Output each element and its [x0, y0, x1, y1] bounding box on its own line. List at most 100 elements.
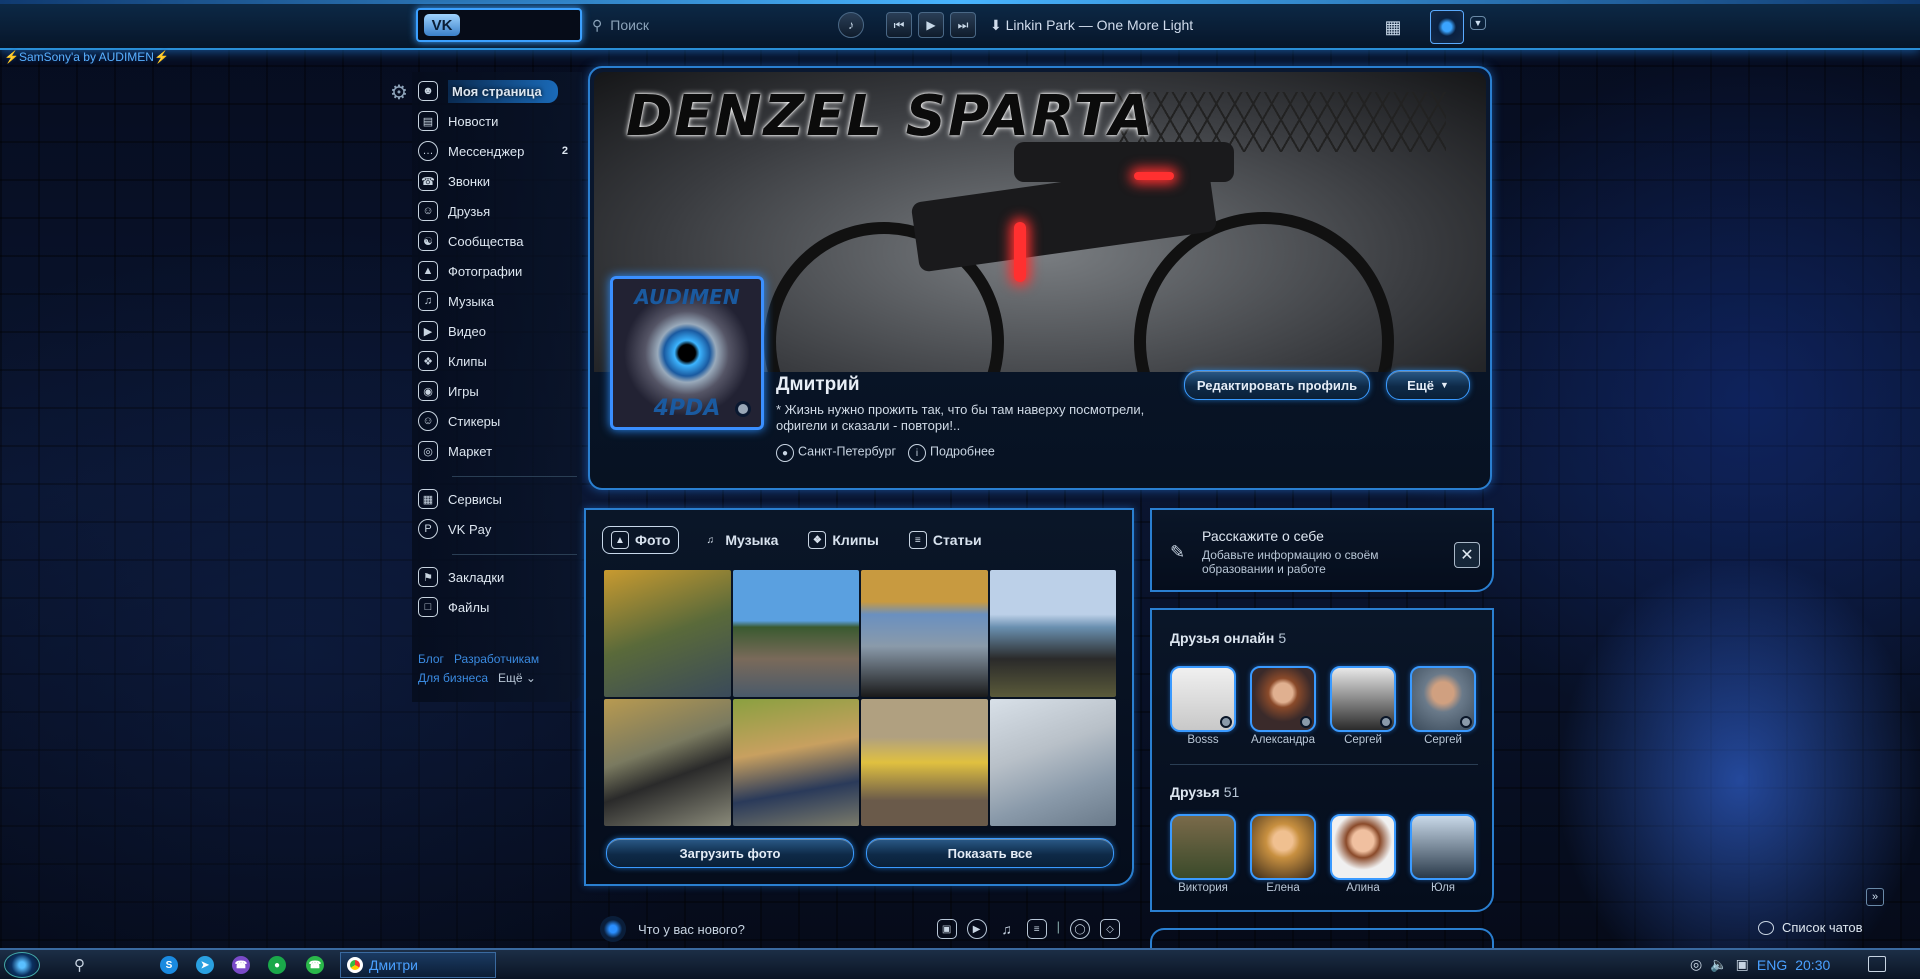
- search-box[interactable]: ⚲ Поиск: [592, 12, 812, 38]
- unread-badge: 2: [561, 145, 568, 157]
- next-track-button[interactable]: ⏭: [950, 12, 976, 38]
- profile-name: Дмитрий: [776, 374, 860, 395]
- tab-articles[interactable]: ≡ Статьи: [901, 527, 990, 553]
- profile-status[interactable]: * Жизнь нужно прожить так, что бы там на…: [776, 402, 1196, 434]
- video-icon[interactable]: ▶: [966, 919, 987, 939]
- friends-all-header[interactable]: Друзья 51: [1170, 784, 1239, 800]
- friend-item[interactable]: Юля: [1410, 814, 1476, 894]
- photo-thumbnail[interactable]: [989, 699, 1116, 826]
- sidebar-item-friends[interactable]: ☺ Друзья: [418, 198, 578, 224]
- sidebar-item-market[interactable]: ◎ Маркет: [418, 438, 578, 464]
- friends-online-header[interactable]: Друзья онлайн 5: [1170, 630, 1286, 646]
- photo-thumbnail[interactable]: [861, 570, 988, 697]
- music-icon[interactable]: ♫: [997, 919, 1017, 939]
- tab-music[interactable]: ♫ Музыка: [693, 527, 786, 553]
- sidebar-item-calls[interactable]: ☎ Звонки: [418, 168, 578, 194]
- sidebar-item-label: Музыка: [448, 293, 494, 309]
- volume-icon[interactable]: 🔈: [1710, 956, 1727, 973]
- more-button[interactable]: Ещё ▼: [1386, 370, 1470, 400]
- sidebar-item-stickers[interactable]: ☺ Стикеры: [418, 408, 578, 434]
- profile-avatar[interactable]: AUDIMEN 4PDA: [610, 276, 764, 430]
- start-button[interactable]: [4, 952, 40, 978]
- friend-item[interactable]: Сергей: [1410, 666, 1476, 746]
- language-indicator[interactable]: ENG: [1757, 957, 1787, 973]
- search-icon[interactable]: ⚲: [74, 956, 85, 974]
- camera-icon[interactable]: ▣: [936, 919, 957, 939]
- vk-logo[interactable]: VK: [416, 8, 582, 42]
- notification-icon[interactable]: [1868, 956, 1886, 972]
- sidebar-item-clips[interactable]: ❖ Клипы: [418, 348, 578, 374]
- photo-thumbnail[interactable]: [989, 570, 1116, 697]
- lock-icon[interactable]: ◇: [1100, 919, 1120, 939]
- sidebar-item-messenger[interactable]: … Мессенджер 2: [418, 138, 578, 164]
- donut-icon[interactable]: ◯: [1070, 919, 1090, 939]
- business-link[interactable]: Для бизнеса: [418, 671, 488, 685]
- photo-thumbnail[interactable]: [732, 699, 859, 826]
- gear-icon[interactable]: ⚙: [390, 80, 408, 105]
- about-subtitle: Добавьте информацию о своём образовании …: [1202, 548, 1379, 576]
- composer-input[interactable]: Что у вас нового?: [638, 922, 745, 937]
- friend-item[interactable]: Виктория: [1170, 814, 1236, 894]
- friend-item[interactable]: Bosss: [1170, 666, 1236, 746]
- skype-icon[interactable]: S: [160, 956, 178, 974]
- monitor-icon[interactable]: ▣: [1736, 956, 1749, 973]
- friend-item[interactable]: Алина: [1330, 814, 1396, 894]
- blog-link[interactable]: Блог: [418, 652, 444, 666]
- friend-item[interactable]: Сергей: [1330, 666, 1396, 746]
- prev-track-button[interactable]: ⏮: [886, 12, 912, 38]
- article-icon[interactable]: ≡: [1026, 919, 1047, 939]
- sidebar-item-news[interactable]: ▤ Новости: [418, 108, 578, 134]
- photo-thumbnail[interactable]: [604, 570, 731, 697]
- photo-thumbnail[interactable]: [604, 699, 731, 826]
- upload-photo-button[interactable]: Загрузить фото: [606, 838, 854, 868]
- sidebar-item-services[interactable]: ▦ Сервисы: [418, 486, 578, 512]
- profile-details[interactable]: i Подробнее: [908, 444, 995, 462]
- sidebar-item-video[interactable]: ▶ Видео: [418, 318, 578, 344]
- footer-more-link[interactable]: Ещё ⌄: [498, 671, 536, 685]
- whatsapp-icon[interactable]: ☎: [306, 956, 324, 974]
- sidebar-item-communities[interactable]: ☯ Сообщества: [418, 228, 578, 254]
- user-icon: ☻: [418, 81, 438, 101]
- chevron-down-icon[interactable]: ▼: [1470, 16, 1486, 30]
- photo-icon: ▲: [611, 531, 629, 549]
- avatar[interactable]: [1430, 10, 1464, 44]
- sidebar-item-vkpay[interactable]: P VK Pay: [418, 516, 578, 542]
- now-playing-track[interactable]: ⬇ Linkin Park — One More Light: [990, 17, 1193, 34]
- about-prompt-card: ✎ Расскажите о себе Добавьте информацию …: [1150, 508, 1494, 592]
- network-icon[interactable]: ◎: [1690, 956, 1702, 973]
- sidebar-divider: [452, 476, 577, 477]
- show-all-button[interactable]: Показать все: [866, 838, 1114, 868]
- expand-icon[interactable]: »: [1866, 888, 1884, 906]
- about-title[interactable]: Расскажите о себе: [1202, 528, 1324, 544]
- sidebar-item-files[interactable]: □ Файлы: [418, 594, 578, 620]
- photo-thumbnail[interactable]: [861, 699, 988, 826]
- friend-item[interactable]: Елена: [1250, 814, 1316, 894]
- taskbar-chrome-window[interactable]: Дмитри: [340, 952, 496, 978]
- post-composer[interactable]: Что у вас нового? ▣ ▶ ♫ ≡ | ◯ ◇: [600, 914, 1120, 944]
- bell-icon[interactable]: ♪: [838, 12, 864, 38]
- sidebar-item-label: VK Pay: [448, 521, 492, 537]
- sidebar-divider: [452, 554, 577, 555]
- sidebar-item-photos[interactable]: ▲ Фотографии: [418, 258, 578, 284]
- photo-thumbnail[interactable]: [732, 570, 859, 697]
- developers-link[interactable]: Разработчикам: [454, 652, 539, 666]
- sidebar-item-games[interactable]: ◉ Игры: [418, 378, 578, 404]
- telegram-icon[interactable]: ➤: [196, 956, 214, 974]
- friend-item[interactable]: Александра: [1250, 666, 1316, 746]
- profile-header: DENZEL SPARTA AUDIMEN 4PDA Дмитрий * Жиз…: [588, 66, 1492, 490]
- chat-list-button[interactable]: Список чатов: [1758, 920, 1863, 935]
- tab-photos[interactable]: ▲ Фото: [602, 526, 680, 554]
- sidebar-item-my-page[interactable]: ☻ Моя страница: [418, 78, 578, 104]
- clock[interactable]: 20:30: [1795, 957, 1830, 973]
- sidebar-item-music[interactable]: ♫ Музыка: [418, 288, 578, 314]
- play-button[interactable]: ▶: [918, 12, 944, 38]
- profile-city[interactable]: ● Санкт-Петербург: [776, 444, 896, 462]
- close-button[interactable]: ✕: [1454, 542, 1480, 568]
- chat-app-icon[interactable]: ●: [268, 956, 286, 974]
- search-input[interactable]: Поиск: [610, 17, 649, 33]
- tab-clips[interactable]: ❖ Клипы: [800, 527, 886, 553]
- viber-icon[interactable]: ☎: [232, 956, 250, 974]
- sidebar-item-bookmarks[interactable]: ⚑ Закладки: [418, 564, 578, 590]
- edit-profile-button[interactable]: Редактировать профиль: [1184, 370, 1370, 400]
- apps-grid-icon[interactable]: ▦: [1382, 16, 1404, 38]
